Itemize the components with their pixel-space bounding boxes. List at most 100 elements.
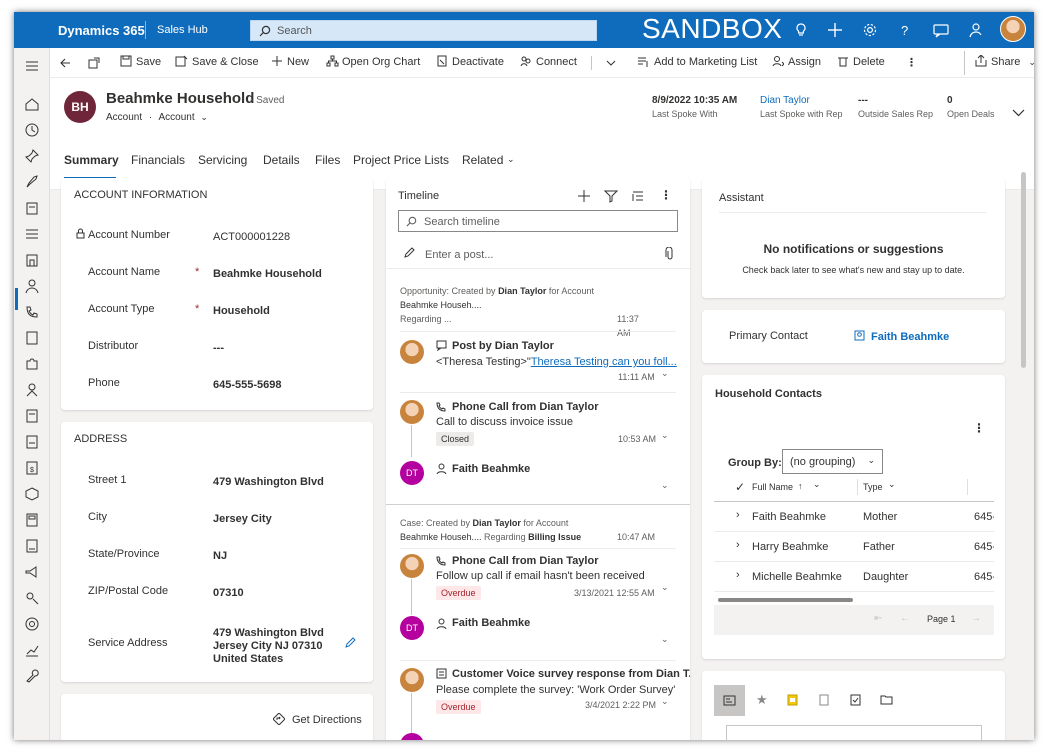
- state-field[interactable]: NJ: [213, 550, 227, 562]
- tab-servicing[interactable]: Servicing: [198, 153, 247, 167]
- expand-chevron-icon[interactable]: ⌄: [661, 696, 669, 707]
- add-timeline-icon[interactable]: [577, 189, 591, 203]
- phone-call-title[interactable]: Phone Call from Dian Taylor: [452, 555, 599, 567]
- file-icon[interactable]: [819, 694, 829, 706]
- clipboard-check-icon[interactable]: [850, 694, 861, 706]
- tab-details[interactable]: Details: [263, 153, 300, 167]
- rocket-icon[interactable]: [24, 174, 40, 190]
- analytics-icon[interactable]: [24, 642, 40, 658]
- marketing-icon[interactable]: [24, 564, 40, 580]
- header-field-last-spoke-rep[interactable]: Dian Taylor Last Spoke with Rep: [760, 95, 843, 119]
- filter-icon[interactable]: [604, 189, 618, 203]
- folder-icon[interactable]: [880, 695, 893, 705]
- select-all-checkbox[interactable]: ✓: [735, 480, 745, 494]
- chevron-down-icon[interactable]: ⌄: [888, 479, 896, 490]
- leads-icon[interactable]: [24, 382, 40, 398]
- area-name[interactable]: Sales Hub: [157, 24, 208, 36]
- expand-row-icon[interactable]: ›: [736, 509, 740, 521]
- pencil-icon[interactable]: [344, 637, 356, 649]
- contact-name-cell[interactable]: Michelle Beahmke: [752, 571, 842, 583]
- post-body[interactable]: <Theresa Testing>"Theresa Testing can yo…: [436, 356, 677, 368]
- deactivate-button[interactable]: Deactivate: [436, 55, 504, 68]
- service-address-field[interactable]: 479 Washington Blvd Jersey City NJ 07310 U…: [213, 627, 324, 666]
- connect-button[interactable]: Connect: [520, 56, 577, 68]
- get-directions-button[interactable]: Get Directions: [292, 714, 362, 726]
- user-avatar[interactable]: [1000, 16, 1026, 42]
- product-icon[interactable]: [24, 486, 40, 502]
- delete-button[interactable]: Delete: [837, 56, 885, 68]
- primary-contact-link[interactable]: Faith Beahmke: [871, 331, 949, 343]
- tab-related[interactable]: Related: [462, 153, 503, 167]
- id-card-icon[interactable]: [723, 695, 736, 706]
- distributor-field[interactable]: ---: [213, 342, 224, 354]
- zip-field[interactable]: 07310: [213, 587, 244, 599]
- help-icon[interactable]: ?: [896, 21, 914, 39]
- hamburger-icon[interactable]: [24, 58, 40, 74]
- page-scrollbar[interactable]: [1021, 172, 1026, 368]
- recent-icon[interactable]: [24, 122, 40, 138]
- open-org-chart-button[interactable]: Open Org Chart: [326, 55, 420, 68]
- tab-project-price-lists[interactable]: Project Price Lists: [353, 153, 449, 167]
- assist-icon[interactable]: [968, 21, 986, 39]
- save-close-button[interactable]: Save & Close: [175, 55, 259, 68]
- chevron-down-icon[interactable]: ⌄: [813, 479, 821, 490]
- save-button[interactable]: Save: [120, 55, 161, 68]
- post-input[interactable]: Enter a post...: [425, 249, 493, 261]
- attachment-icon[interactable]: [665, 247, 675, 261]
- more-commands-icon[interactable]: ⋮: [906, 56, 917, 69]
- next-page-icon[interactable]: →: [971, 613, 981, 624]
- contact-link[interactable]: Faith Beahmke: [452, 463, 530, 475]
- table-row[interactable]: › Michelle Beahmke Daughter 645-: [714, 562, 994, 592]
- tab-summary[interactable]: Summary: [64, 153, 119, 167]
- settings-list-icon[interactable]: [24, 226, 40, 242]
- column-header-type[interactable]: Type: [863, 482, 883, 492]
- app-name[interactable]: Dynamics 365: [58, 23, 145, 38]
- expand-chevron-icon[interactable]: ⌄: [661, 634, 669, 645]
- share-button[interactable]: Share ⌄: [975, 55, 1034, 68]
- contact-name-cell[interactable]: Harry Beahmke: [752, 541, 828, 553]
- calculator-icon[interactable]: [24, 512, 40, 528]
- expand-header-icon[interactable]: [1012, 109, 1025, 117]
- expand-chevron-icon[interactable]: ⌄: [661, 368, 669, 379]
- phone-call-title[interactable]: Phone Call from Dian Taylor: [452, 401, 599, 413]
- accounts-icon[interactable]: [24, 252, 40, 268]
- chevron-down-icon[interactable]: ⌄: [200, 112, 208, 122]
- related-chevron-down-icon[interactable]: ⌄: [507, 154, 515, 165]
- chat-icon[interactable]: [932, 21, 950, 39]
- note-icon[interactable]: [787, 694, 798, 706]
- street-field[interactable]: 479 Washington Blvd: [213, 476, 324, 488]
- survey-title[interactable]: Customer Voice survey response from Dian…: [452, 668, 690, 680]
- table-row[interactable]: › Harry Beahmke Father 645-: [714, 532, 994, 562]
- tab-files[interactable]: Files: [315, 153, 340, 167]
- expand-row-icon[interactable]: ›: [736, 569, 740, 581]
- expand-chevron-icon[interactable]: ⌄: [661, 582, 669, 593]
- assign-button[interactable]: Assign: [772, 56, 821, 68]
- form-selector[interactable]: Account: [159, 112, 195, 123]
- document-icon[interactable]: [24, 330, 40, 346]
- phone-field[interactable]: 645-555-5698: [213, 379, 282, 391]
- add-icon[interactable]: [826, 21, 844, 39]
- expand-chevron-icon[interactable]: ⌄: [661, 480, 669, 491]
- post-title[interactable]: Post by Dian Taylor: [452, 340, 554, 352]
- contact-name-cell[interactable]: Faith Beahmke: [752, 511, 826, 523]
- global-search-box[interactable]: Search: [250, 20, 597, 41]
- table-row[interactable]: › Faith Beahmke Mother 645-: [714, 502, 994, 532]
- reports-icon[interactable]: [24, 538, 40, 554]
- timeline-more-icon[interactable]: ⋮: [660, 188, 672, 202]
- first-page-icon[interactable]: ⇤: [874, 613, 882, 624]
- order-icon[interactable]: [24, 434, 40, 450]
- previous-page-icon[interactable]: ←: [900, 613, 910, 624]
- column-header-full-name[interactable]: Full Name: [752, 482, 793, 492]
- phone-icon[interactable]: [24, 304, 40, 320]
- star-icon[interactable]: ★: [756, 692, 768, 708]
- expand-chevron-icon[interactable]: ⌄: [661, 430, 669, 441]
- home-icon[interactable]: [24, 96, 40, 112]
- subgrid-more-icon[interactable]: ⋮: [973, 421, 985, 435]
- back-arrow-icon[interactable]: [59, 57, 71, 69]
- contact-icon[interactable]: [24, 278, 40, 294]
- new-button[interactable]: New: [271, 56, 309, 68]
- lightbulb-icon[interactable]: [792, 21, 810, 39]
- contact-link[interactable]: Faith Beahmke: [452, 617, 530, 629]
- quote-icon[interactable]: [24, 408, 40, 424]
- pin-icon[interactable]: [24, 148, 40, 164]
